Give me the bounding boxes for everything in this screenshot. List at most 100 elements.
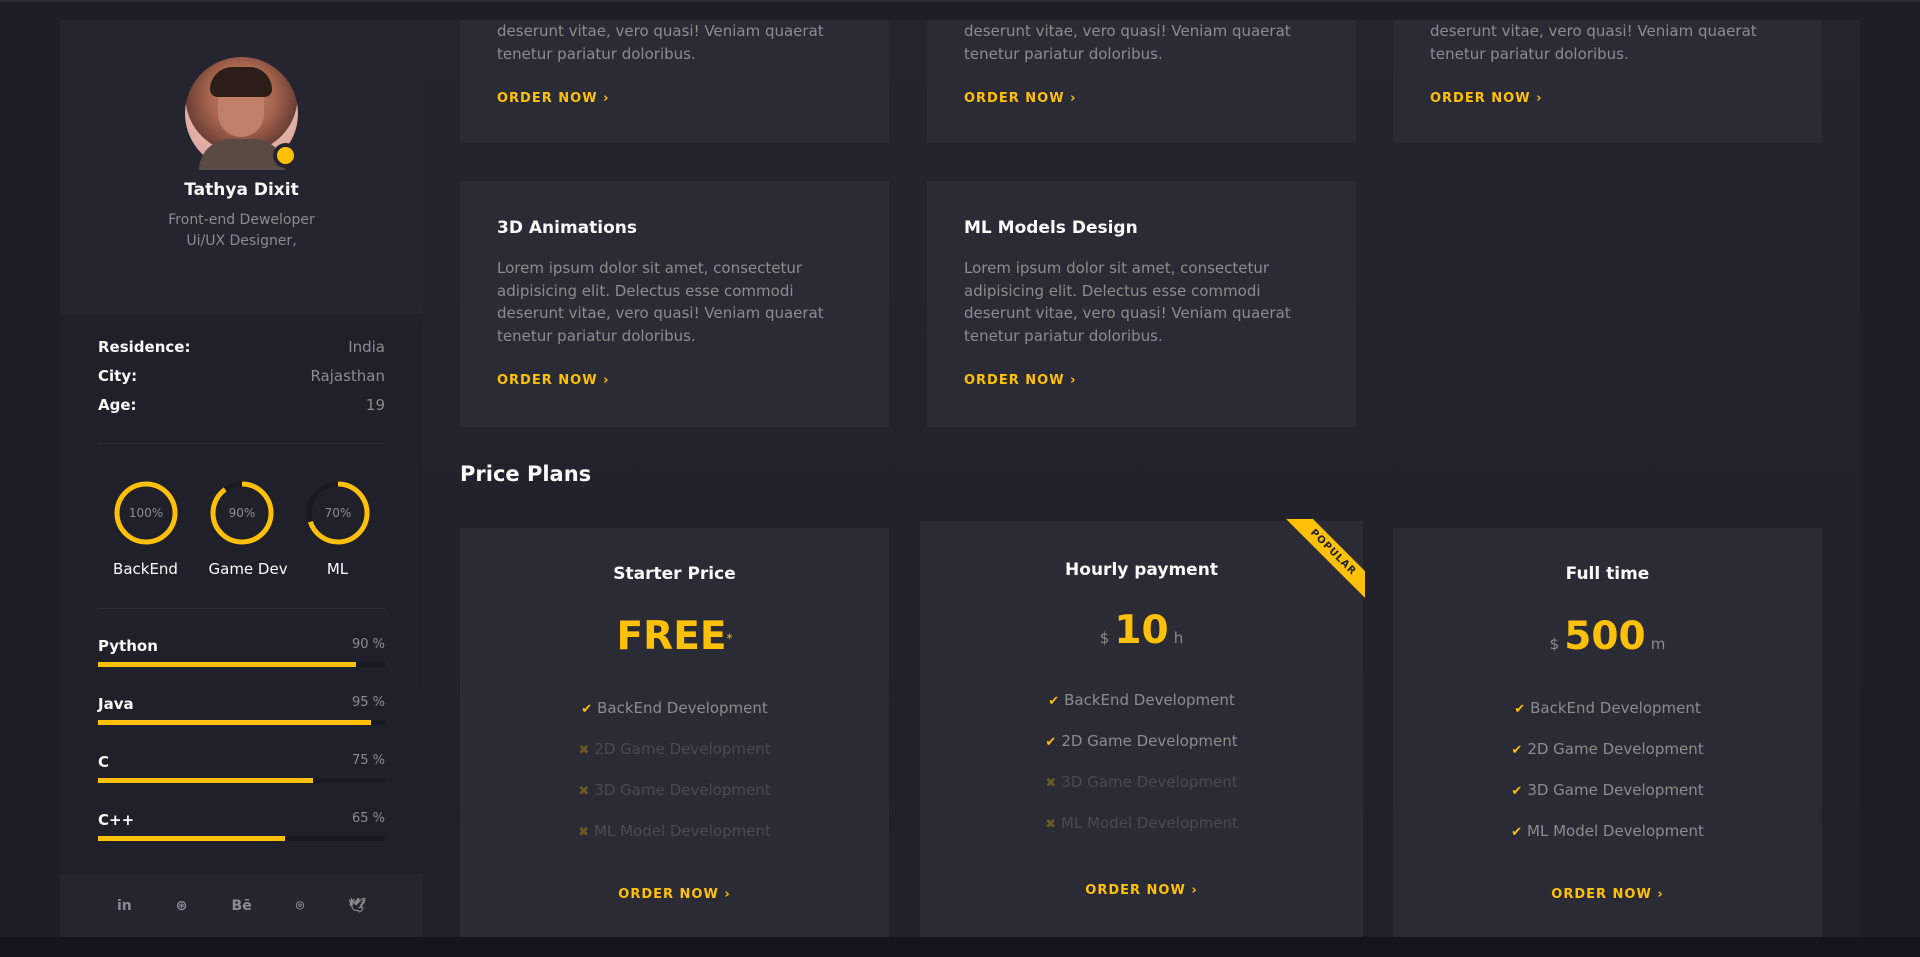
price-card-hourly: POPULAR Hourly payment $ 10 h ✔ BackEnd D…	[920, 519, 1365, 937]
circle-label: ML	[326, 560, 349, 578]
plan-feature: ✔ BackEnd Development	[920, 691, 1363, 732]
twitter-icon[interactable]: 🕊	[348, 898, 366, 914]
skill-track	[98, 778, 385, 783]
info-row-age: Age: 19	[98, 396, 385, 425]
service-card: deserunt vitae, vero quasi! Veniam quaer…	[927, 20, 1356, 143]
info-key: City:	[98, 367, 138, 385]
plan-feature-label: 2D Game Development	[594, 740, 771, 758]
check-icon: ✔	[1511, 743, 1523, 758]
order-now-link[interactable]: ORDER NOW ›	[1430, 91, 1542, 106]
plan-feature-label: 3D Game Development	[594, 781, 771, 799]
skill-bar: Python 90 %	[98, 637, 385, 667]
order-now-link[interactable]: ORDER NOW ›	[497, 91, 609, 106]
info-key: Residence:	[98, 338, 191, 356]
service-text: deserunt vitae, vero quasi! Veniam quaer…	[964, 22, 1291, 63]
behance-icon[interactable]: Bē	[232, 898, 252, 914]
circle-label: BackEnd	[113, 560, 178, 578]
check-icon: ✔	[1511, 825, 1523, 840]
skill-fill	[98, 662, 357, 667]
info-value: 19	[365, 396, 385, 414]
plan-title: Full time	[1565, 564, 1650, 584]
plan-feature: ✔ BackEnd Development	[1393, 699, 1822, 740]
price-card-fulltime: Full time $ 500 m ✔ BackEnd Development ✔ 2…	[1393, 528, 1822, 937]
skill-bar: C 75 %	[98, 753, 385, 783]
cross-icon: ✖	[1045, 817, 1057, 832]
info-row-residence: Residence: India	[98, 338, 385, 367]
circle-label: Game Dev	[208, 560, 288, 578]
plan-feature: ✖ 3D Game Development	[460, 781, 889, 822]
bottom-border	[0, 937, 1920, 957]
skill-label: Python	[98, 637, 158, 655]
social-links: in ⊛ Bē ⌾ 🕊	[60, 874, 423, 937]
cross-icon: ✖	[578, 743, 590, 758]
service-title: 3D Animations	[497, 218, 637, 238]
price-card-starter: Starter Price FREE* ✔ BackEnd Development…	[460, 528, 889, 937]
skill-track	[98, 662, 385, 667]
profile-role: Front-end Deweloper	[168, 212, 315, 228]
order-now-link[interactable]: ORDER NOW ›	[497, 373, 609, 388]
skill-bar: C++ 65 %	[98, 811, 385, 841]
order-now-button[interactable]: ORDER NOW ›	[1551, 887, 1663, 902]
progress-ring: 100%	[114, 481, 177, 545]
info-value: Rajasthan	[310, 367, 385, 385]
plan-amount: FREE	[616, 614, 727, 659]
popular-ribbon: POPULAR	[1275, 519, 1365, 609]
circle-skill: 70% ML	[305, 480, 371, 578]
check-icon: ✔	[1048, 694, 1060, 709]
order-now-link[interactable]: ORDER NOW ›	[964, 373, 1076, 388]
plan-asterisk: *	[726, 631, 733, 646]
skill-label: C++	[98, 811, 135, 829]
skill-bar: Java 95 %	[98, 695, 385, 725]
circle-percent: 100%	[128, 506, 162, 520]
profile-roles: Front-end Deweloper Ui/UX Designer,	[60, 210, 423, 252]
dribbble-icon[interactable]: ⊛	[176, 898, 188, 914]
plan-feature: ✔ ML Model Development	[1393, 822, 1822, 863]
personal-info: Residence: India City: Rajasthan Age: 19	[60, 314, 423, 425]
circle-percent: 70%	[324, 506, 351, 520]
profile-card: Tathya Dixit Front-end Deweloper Ui/UX D…	[60, 20, 423, 314]
progress-ring: 70%	[306, 481, 369, 545]
service-text: Lorem ipsum dolor sit amet, consectetur …	[964, 259, 1291, 345]
price-plans-title: Price Plans	[460, 462, 592, 486]
check-icon: ✔	[581, 702, 593, 717]
service-text: deserunt vitae, vero quasi! Veniam quaer…	[1430, 22, 1757, 63]
order-now-button[interactable]: ORDER NOW ›	[1085, 883, 1197, 898]
plan-feature: ✔ 3D Game Development	[1393, 781, 1822, 822]
avatar	[185, 57, 298, 170]
service-card: deserunt vitae, vero quasi! Veniam quaer…	[1393, 20, 1822, 143]
plan-currency: $	[1099, 629, 1110, 647]
profile-name: Tathya Dixit	[184, 180, 299, 200]
skill-percent: 90 %	[351, 637, 385, 652]
plan-unit: m	[1650, 635, 1666, 653]
skill-bars: Python 90 % Java 95 % C 75 % C++ 65 %	[60, 609, 423, 841]
circle-skill: 90% Game Dev	[208, 480, 288, 578]
profile-role: Ui/UX Designer,	[186, 233, 297, 249]
plan-feature-label: 2D Game Development	[1061, 732, 1238, 750]
plan-amount: 10	[1114, 608, 1169, 653]
info-row-city: City: Rajasthan	[98, 367, 385, 396]
service-card-3d-animations: 3D Animations Lorem ipsum dolor sit amet…	[460, 181, 889, 427]
plan-feature: ✖ 2D Game Development	[460, 740, 889, 781]
plan-features: ✔ BackEnd Development ✖ 2D Game Development…	[460, 699, 889, 863]
progress-ring: 90%	[210, 481, 273, 545]
plan-feature-label: BackEnd Development	[597, 699, 768, 717]
cross-icon: ✖	[578, 784, 590, 799]
linkedin-icon[interactable]: in	[117, 898, 132, 914]
check-icon: ✔	[1511, 784, 1523, 799]
plan-feature: ✔ 2D Game Development	[920, 732, 1363, 773]
skill-fill	[98, 720, 371, 725]
skill-percent: 65 %	[351, 811, 385, 826]
cross-icon: ✖	[1045, 776, 1057, 791]
circle-skills: 100% BackEnd 90% Game Dev 70% ML	[60, 444, 423, 578]
order-now-link[interactable]: ORDER NOW ›	[964, 91, 1076, 106]
order-now-button[interactable]: ORDER NOW ›	[618, 887, 730, 902]
github-icon[interactable]: ⌾	[296, 898, 304, 914]
circle-skill: 100% BackEnd	[113, 480, 179, 578]
service-title: ML Models Design	[964, 218, 1138, 238]
circle-percent: 90%	[228, 506, 255, 520]
plan-feature-label: 3D Game Development	[1527, 781, 1704, 799]
skill-label: Java	[98, 695, 134, 713]
cross-icon: ✖	[578, 825, 590, 840]
plan-feature-label: 2D Game Development	[1527, 740, 1704, 758]
plan-feature-label: ML Model Development	[594, 822, 771, 840]
